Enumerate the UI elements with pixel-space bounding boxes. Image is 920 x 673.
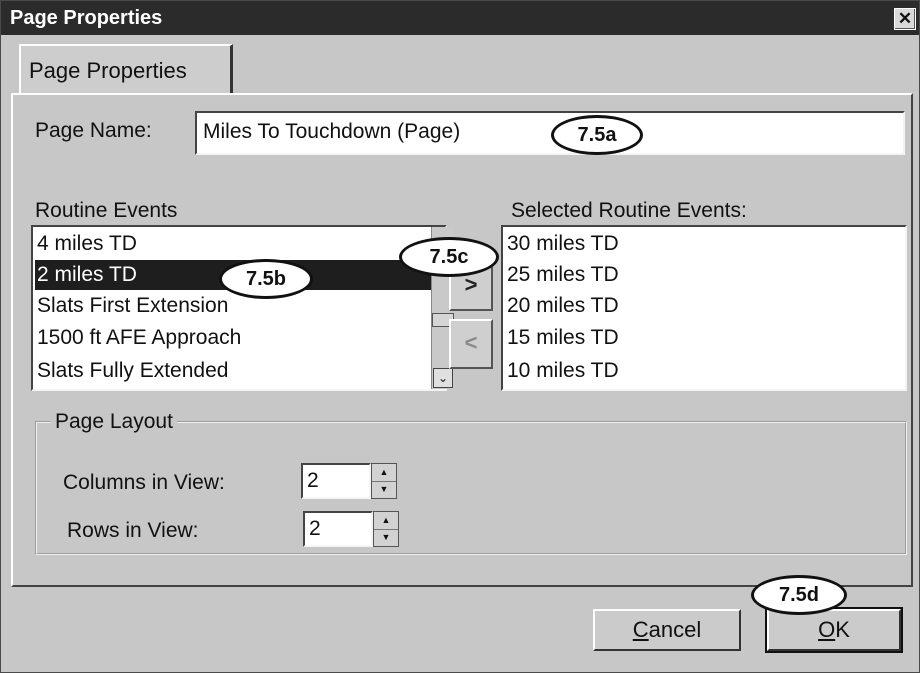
spin-down-icon[interactable]: ▼ xyxy=(372,481,396,498)
rows-stepper[interactable]: 2 ▲ ▼ xyxy=(303,511,399,547)
list-item[interactable]: 4 miles TD xyxy=(37,229,137,259)
callout-7-5d: 7.5d xyxy=(751,575,847,615)
page-name-label: Page Name: xyxy=(35,119,152,142)
selected-events-label: Selected Routine Events: xyxy=(511,199,747,222)
spin-up-icon[interactable]: ▲ xyxy=(372,464,396,482)
columns-input[interactable]: 2 xyxy=(301,463,371,499)
title-bar[interactable]: Page Properties ✕ xyxy=(1,1,919,35)
routine-events-list[interactable]: 4 miles TD 2 miles TD Slats First Extens… xyxy=(31,225,454,391)
close-icon[interactable]: ✕ xyxy=(894,8,916,30)
list-item[interactable]: 15 miles TD xyxy=(507,323,619,353)
callout-7-5a: 7.5a xyxy=(551,115,643,155)
spin-up-icon[interactable]: ▲ xyxy=(374,512,398,530)
callout-7-5c: 7.5c xyxy=(399,237,499,277)
ok-button[interactable]: OK xyxy=(765,607,903,653)
callout-7-5b: 7.5b xyxy=(219,259,313,299)
list-item[interactable]: 20 miles TD xyxy=(507,291,619,321)
columns-spin-buttons[interactable]: ▲ ▼ xyxy=(371,463,397,499)
cancel-button[interactable]: Cancel xyxy=(593,609,741,651)
page-properties-dialog: Page Properties ✕ Page Properties Page N… xyxy=(0,0,920,673)
window-title: Page Properties xyxy=(10,7,163,29)
rows-spin-buttons[interactable]: ▲ ▼ xyxy=(373,511,399,547)
rows-input[interactable]: 2 xyxy=(303,511,373,547)
page-name-field[interactable]: Miles To Touchdown (Page) xyxy=(195,111,905,155)
rows-value: 2 xyxy=(309,517,321,540)
tab-page-properties[interactable]: Page Properties xyxy=(19,44,233,94)
columns-value: 2 xyxy=(307,469,319,492)
list-item[interactable]: Slats First Extension xyxy=(37,291,228,321)
spin-down-icon[interactable]: ▼ xyxy=(374,529,398,546)
page-layout-legend: Page Layout xyxy=(51,410,177,434)
columns-stepper[interactable]: 2 ▲ ▼ xyxy=(301,463,397,499)
list-item[interactable]: 1500 ft AFE Approach xyxy=(37,323,241,353)
list-item[interactable]: Slats Fully Extended xyxy=(37,356,228,386)
columns-in-view-label: Columns in View: xyxy=(63,471,225,494)
routine-events-label: Routine Events xyxy=(35,199,178,222)
remove-event-button[interactable]: < xyxy=(449,319,493,369)
list-item[interactable]: 30 miles TD xyxy=(507,229,619,259)
chevron-down-icon[interactable]: ⌄ xyxy=(433,368,453,388)
list-item[interactable]: 10 miles TD xyxy=(507,356,619,386)
page-name-value: Miles To Touchdown (Page) xyxy=(203,120,461,143)
rows-in-view-label: Rows in View: xyxy=(67,519,199,542)
list-item[interactable]: 25 miles TD xyxy=(507,260,619,290)
selected-events-list[interactable]: 30 miles TD 25 miles TD 20 miles TD 15 m… xyxy=(501,225,907,391)
